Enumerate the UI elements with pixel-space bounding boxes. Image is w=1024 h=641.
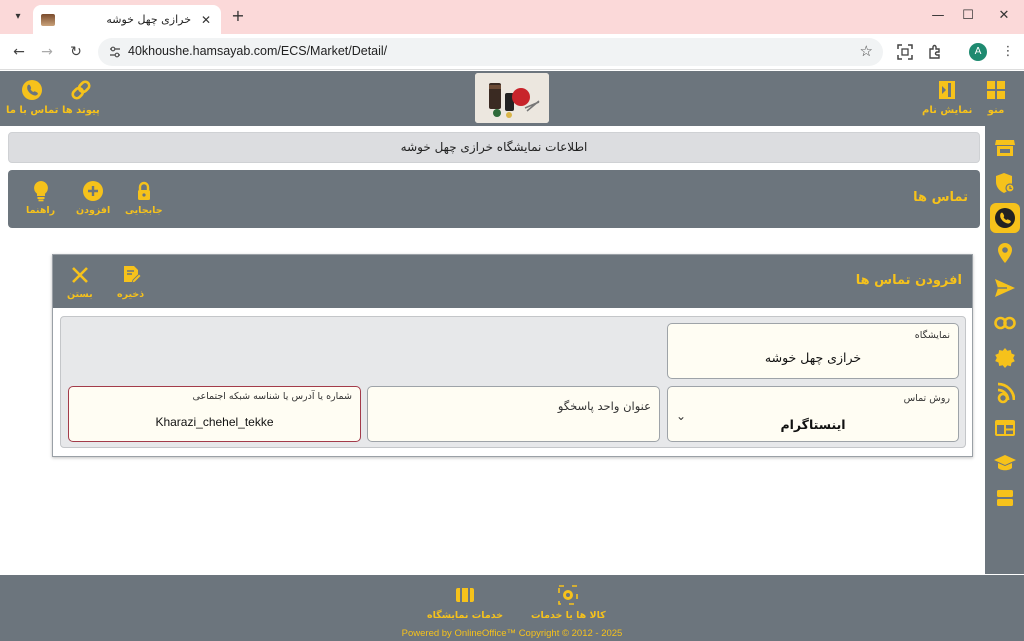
save-edit-icon bbox=[120, 264, 142, 286]
browser-tabstrip: ▾ خرازی چهل خوشه ✕ + — ☐ ✕ bbox=[0, 0, 1024, 34]
responder-unit-field[interactable]: عنوان واحد پاسخگو bbox=[367, 386, 660, 442]
url-text: 40khoushe.hamsayab.com/ECS/Market/Detail… bbox=[128, 44, 388, 58]
favicon bbox=[41, 13, 55, 26]
browser-tab[interactable]: خرازی چهل خوشه ✕ bbox=[33, 5, 221, 34]
move-button[interactable]: جابجایی bbox=[125, 180, 163, 216]
screenshot-icon[interactable] bbox=[895, 42, 915, 62]
grid-icon bbox=[985, 79, 1007, 101]
reload-icon[interactable]: ↻ bbox=[65, 41, 87, 63]
show-name-button[interactable]: نمایش نام bbox=[922, 79, 972, 116]
sidebar-link-icon[interactable] bbox=[990, 308, 1020, 338]
store-icon[interactable] bbox=[990, 133, 1020, 163]
address-field-label: شماره یا آدرس یا شناسه شبکه اجتماعی bbox=[192, 391, 352, 402]
products-button[interactable]: کالا ها یا خدمات bbox=[531, 585, 606, 621]
site-info-icon[interactable] bbox=[108, 45, 122, 59]
products-icon bbox=[558, 585, 579, 605]
chevron-down-icon[interactable]: ⌄ bbox=[676, 409, 686, 423]
menu-label: منو bbox=[987, 105, 1005, 116]
exhibition-field-label: نمایشگاه bbox=[914, 330, 950, 341]
services-button[interactable]: خدمات نمایشگاه bbox=[427, 585, 503, 621]
close-label: بستن bbox=[67, 289, 93, 300]
badge-icon[interactable] bbox=[990, 343, 1020, 373]
rss-icon[interactable] bbox=[990, 378, 1020, 408]
new-tab-icon[interactable]: + bbox=[228, 6, 248, 26]
help-label: راهنما bbox=[26, 205, 56, 216]
add-label: افزودن bbox=[76, 205, 111, 216]
site-header: منو نمایش نام پیوند ها تماس با ما bbox=[0, 71, 1024, 126]
save-label: ذخیره bbox=[117, 289, 145, 300]
back-icon[interactable]: ← bbox=[8, 41, 30, 63]
powered-by-text: Powered by OnlineOffice™ Copyright © 201… bbox=[401, 628, 623, 639]
exhibition-info-bar: اطلاعات نمایشگاه خرازی چهل خوشه bbox=[8, 132, 980, 163]
maximize-icon[interactable]: ☐ bbox=[958, 6, 978, 26]
shield-icon[interactable] bbox=[990, 168, 1020, 198]
send-icon[interactable] bbox=[990, 273, 1020, 303]
contact-us-label: تماس با ما bbox=[6, 105, 59, 116]
dialog-title: افزودن تماس ها bbox=[855, 273, 962, 288]
tab-title: خرازی چهل خوشه bbox=[106, 13, 191, 26]
extensions-icon[interactable] bbox=[925, 42, 945, 62]
site-footer: کالا ها یا خدمات خدمات نمایشگاه Powered … bbox=[0, 575, 1024, 641]
services-icon bbox=[455, 585, 475, 605]
close-button[interactable]: بستن bbox=[67, 264, 93, 300]
contacts-toolbar: تماس ها جابجایی افزودن راهنما bbox=[8, 170, 980, 228]
dialog-form: نمایشگاه خرازی چهل خوشه روش تماس اینستاگ… bbox=[60, 316, 966, 448]
minimize-icon[interactable]: — bbox=[928, 6, 948, 26]
link-icon bbox=[70, 79, 92, 101]
add-circle-icon bbox=[82, 180, 104, 202]
address-field-value: Kharazi_chehel_tekke bbox=[155, 415, 274, 429]
contact-method-label: روش تماس bbox=[903, 393, 950, 404]
address-bar[interactable]: 40khoushe.hamsayab.com/ECS/Market/Detail… bbox=[98, 38, 883, 66]
layout-icon[interactable] bbox=[990, 413, 1020, 443]
show-name-label: نمایش نام bbox=[922, 105, 973, 116]
services-label: خدمات نمایشگاه bbox=[427, 610, 504, 621]
profile-avatar[interactable]: A bbox=[969, 43, 987, 61]
contacts-title: تماس ها bbox=[913, 190, 968, 205]
responder-unit-label: عنوان واحد پاسخگو bbox=[557, 399, 651, 413]
dialog-header: افزودن تماس ها ذخیره بستن bbox=[53, 255, 972, 308]
right-sidebar bbox=[985, 126, 1024, 574]
menu-button[interactable]: منو bbox=[985, 79, 1007, 116]
tab-close-icon[interactable]: ✕ bbox=[199, 13, 213, 27]
contact-method-select[interactable]: روش تماس اینستاگرام ⌄ bbox=[667, 386, 959, 442]
phone-icon bbox=[21, 79, 43, 101]
close-icon bbox=[69, 264, 91, 286]
sidebar-toggle-icon bbox=[936, 79, 958, 101]
sidebar-phone-icon[interactable] bbox=[990, 203, 1020, 233]
lightbulb-icon bbox=[30, 180, 52, 202]
bookmark-star-icon[interactable]: ☆ bbox=[860, 42, 873, 60]
location-icon[interactable] bbox=[990, 238, 1020, 268]
tab-search-dropdown-icon[interactable]: ▾ bbox=[8, 6, 28, 26]
exhibition-field-value: خرازی چهل خوشه bbox=[764, 350, 862, 365]
contact-us-button[interactable]: تماس با ما bbox=[6, 79, 58, 116]
address-field[interactable]: شماره یا آدرس یا شناسه شبکه اجتماعی Khar… bbox=[68, 386, 361, 442]
move-label: جابجایی bbox=[125, 205, 163, 216]
exhibition-field[interactable]: نمایشگاه خرازی چهل خوشه bbox=[667, 323, 959, 379]
help-button[interactable]: راهنما bbox=[26, 180, 55, 216]
contact-method-value: اینستاگرام bbox=[780, 417, 846, 432]
products-label: کالا ها یا خدمات bbox=[531, 610, 606, 621]
table-icon[interactable] bbox=[990, 483, 1020, 513]
store-logo bbox=[475, 73, 549, 123]
browser-toolbar: ← → ↻ 40khoushe.hamsayab.com/ECS/Market/… bbox=[0, 34, 1024, 70]
links-label: پیوند ها bbox=[62, 105, 100, 116]
save-button[interactable]: ذخیره bbox=[117, 264, 144, 300]
add-button[interactable]: افزودن bbox=[76, 180, 110, 216]
links-button[interactable]: پیوند ها bbox=[62, 79, 100, 116]
lock-icon bbox=[133, 180, 155, 202]
graduation-icon[interactable] bbox=[990, 448, 1020, 478]
forward-icon[interactable]: → bbox=[36, 41, 58, 63]
add-contact-dialog: افزودن تماس ها ذخیره بستن نمایشگاه خرازی… bbox=[52, 254, 973, 457]
browser-menu-icon[interactable]: ⋮ bbox=[998, 42, 1018, 62]
window-close-icon[interactable]: ✕ bbox=[994, 6, 1014, 26]
